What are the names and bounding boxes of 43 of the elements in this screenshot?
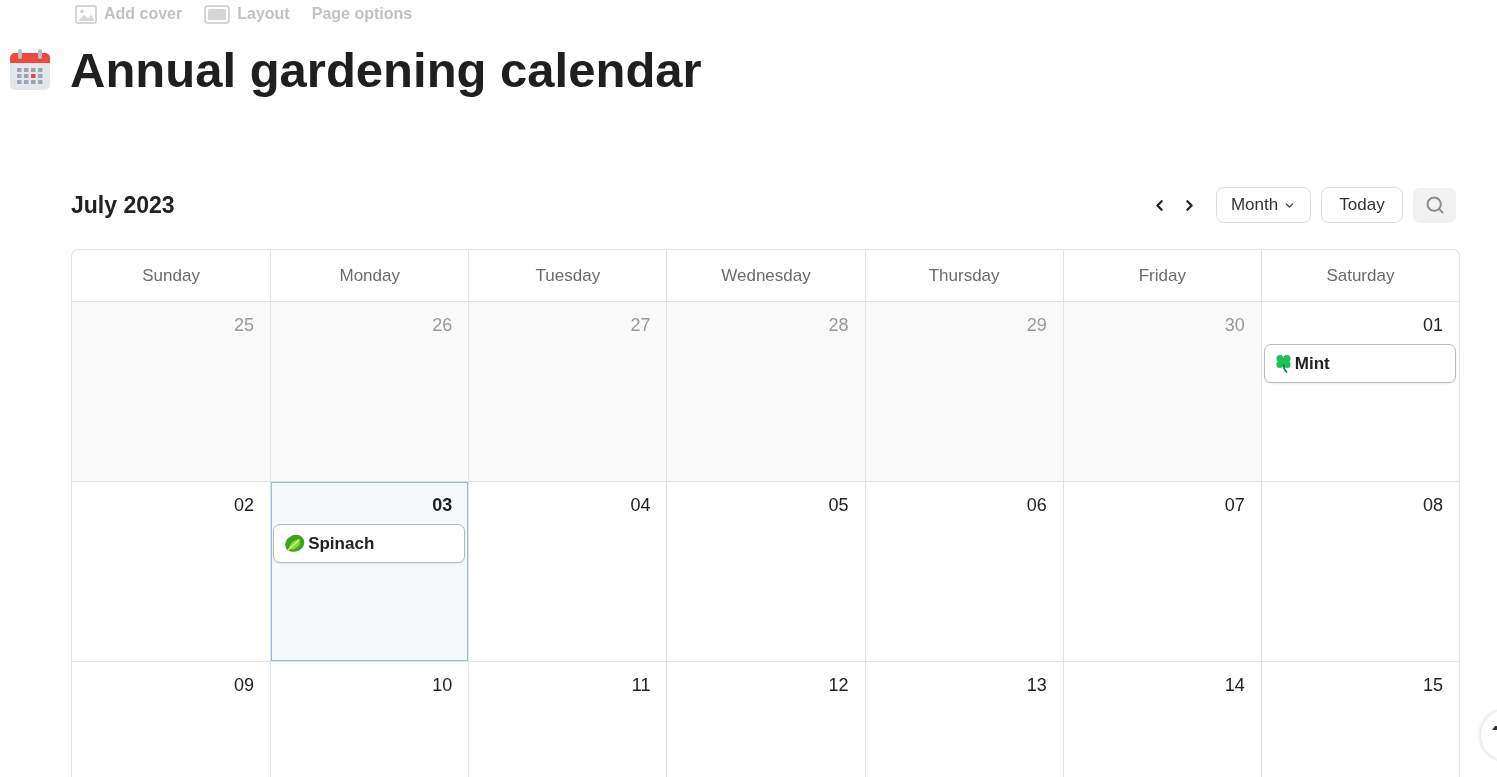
- day-number: 26: [432, 314, 453, 337]
- day-number: 12: [828, 674, 849, 697]
- day-number: 11: [631, 674, 651, 697]
- weekday-label: Sunday: [142, 264, 200, 287]
- day-number: 06: [1026, 494, 1047, 517]
- day-number: 05: [828, 494, 849, 517]
- day-number: 04: [630, 494, 651, 517]
- day-cell[interactable]: 01 Mint: [1260, 302, 1459, 481]
- day-number: 02: [234, 494, 255, 517]
- weekday-label: Thursday: [928, 264, 1000, 287]
- weekday-label: Saturday: [1326, 264, 1395, 287]
- day-number: 08: [1422, 494, 1443, 517]
- clover-icon: [1274, 354, 1292, 373]
- view-dropdown[interactable]: Month: [1216, 187, 1311, 223]
- day-number: 15: [1422, 674, 1443, 697]
- day-number: 29: [1026, 314, 1047, 337]
- weekday-label: Wednesday: [721, 264, 811, 287]
- page-title: Annual gardening calendar: [70, 42, 702, 98]
- event-card[interactable]: Spinach: [273, 524, 466, 563]
- calendar-icon: [9, 49, 51, 91]
- leaf-icon: [284, 534, 306, 553]
- day-number: 03: [432, 494, 453, 517]
- image-icon: [75, 4, 97, 24]
- day-cell[interactable]: 03 Spinach: [270, 482, 469, 661]
- search-icon: [1424, 195, 1445, 215]
- weekday-label: Monday: [339, 264, 400, 287]
- layout-icon: [204, 4, 231, 24]
- day-number: 01: [1422, 314, 1443, 337]
- day-number: 10: [432, 674, 453, 697]
- month-title: July 2023: [71, 191, 175, 220]
- weekday-label: Tuesday: [535, 264, 601, 287]
- day-number: 07: [1224, 494, 1245, 517]
- day-number: 30: [1224, 314, 1245, 337]
- day-number: 13: [1026, 674, 1047, 697]
- day-number: 27: [630, 314, 651, 337]
- event-card[interactable]: Mint: [1263, 344, 1456, 383]
- search-button[interactable]: [1413, 187, 1456, 223]
- weekday-label: Friday: [1138, 264, 1186, 287]
- day-number: 28: [828, 314, 849, 337]
- day-number: 14: [1224, 674, 1245, 697]
- day-number: 25: [234, 314, 255, 337]
- day-number: 09: [234, 674, 255, 697]
- today-button[interactable]: Today: [1321, 187, 1403, 223]
